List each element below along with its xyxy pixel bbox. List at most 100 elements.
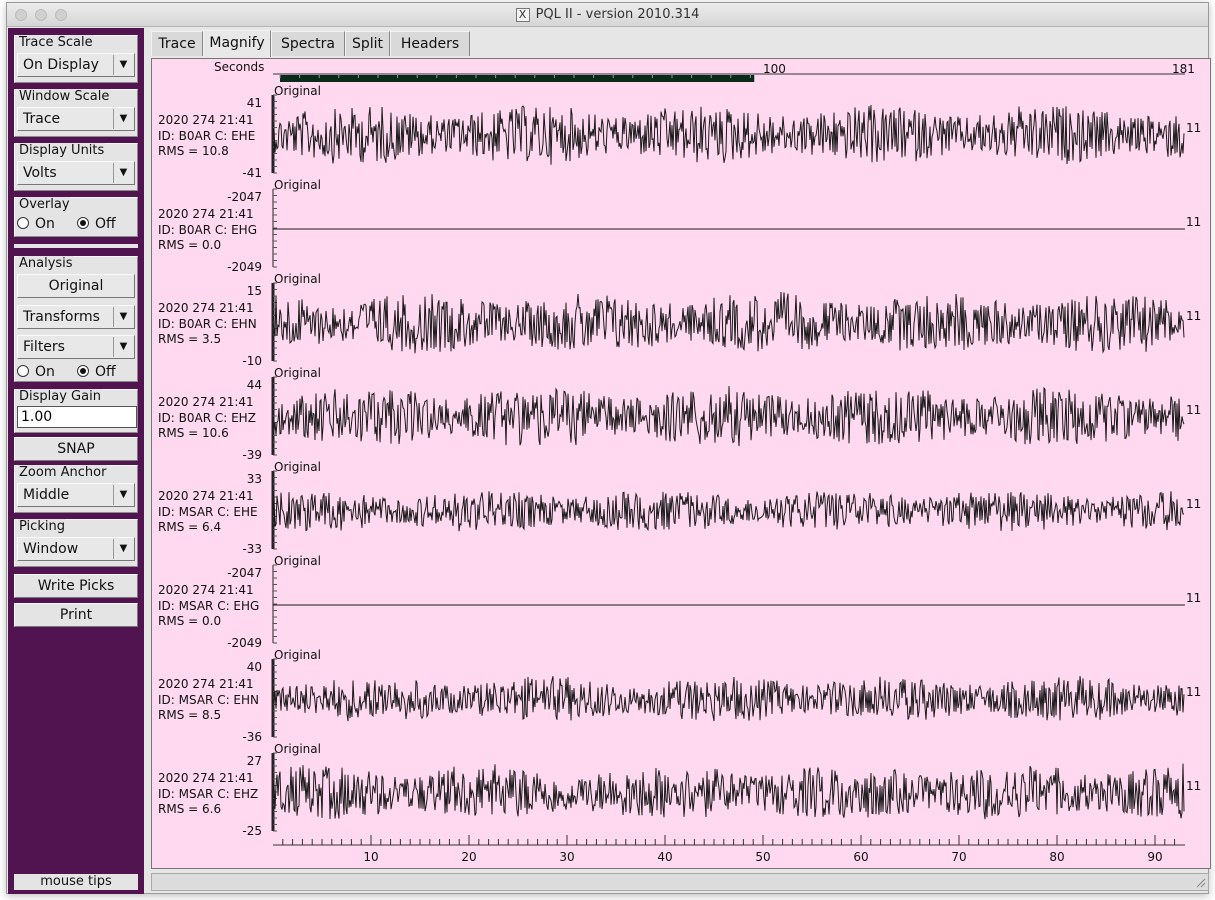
trace-waveform[interactable] <box>271 376 1185 465</box>
minimize-window-button[interactable] <box>35 9 47 21</box>
y-min-label: -2049 <box>227 636 262 650</box>
waveform-path <box>272 676 1185 722</box>
trace-info: 2020 274 21:41 ID: B0AR C: EHZ RMS = 10.6 <box>158 395 256 442</box>
tab-spectra[interactable]: Spectra <box>271 31 345 56</box>
time-window-overview[interactable] <box>273 72 1193 86</box>
channel-number-label: 11 <box>1186 215 1202 229</box>
radio-icon <box>17 217 29 229</box>
trace-id: ID: B0AR C: EHE <box>158 128 256 143</box>
trace-waveform[interactable] <box>271 470 1185 559</box>
y-min-label: -39 <box>242 448 262 462</box>
trace-rms: RMS = 10.6 <box>158 426 229 440</box>
y-max-label: 41 <box>246 96 262 110</box>
overlay-off-radio[interactable]: Off <box>77 215 116 233</box>
chevron-down-icon: ▼ <box>113 55 133 75</box>
trace-time: 2020 274 21:41 <box>158 583 254 597</box>
trace-scale-value: On Display <box>23 57 99 73</box>
transforms-label: Transforms <box>23 309 100 325</box>
overlay-on-radio[interactable]: On <box>17 215 55 233</box>
x11-icon: X <box>515 7 530 22</box>
channel-number-label: 11 <box>1186 685 1202 699</box>
trace-waveform[interactable] <box>271 658 1185 747</box>
write-picks-button[interactable]: Write Picks <box>14 574 138 598</box>
y-max-label: -2047 <box>227 190 262 204</box>
y-max-label: -2047 <box>227 566 262 580</box>
trace-waveform[interactable] <box>271 752 1185 841</box>
tab-split[interactable]: Split <box>345 31 390 56</box>
zoom-window-button[interactable] <box>55 9 67 21</box>
x-tick-label: 70 <box>951 850 966 864</box>
radio-icon <box>17 365 29 377</box>
zoom-anchor-group: Zoom Anchor Middle ▼ <box>14 465 138 513</box>
overlay-group: Overlay On Off <box>14 197 138 237</box>
display-units-label: Display Units <box>18 143 106 158</box>
trace-info: 2020 274 21:41 ID: MSAR C: EHN RMS = 8.5 <box>158 677 259 724</box>
trace-info: 2020 274 21:41 ID: MSAR C: EHG RMS = 0.0 <box>158 583 259 630</box>
trace-info: 2020 274 21:41 ID: B0AR C: EHN RMS = 3.5 <box>158 301 257 348</box>
trace-scale-menu[interactable]: On Display ▼ <box>17 53 135 77</box>
y-max-label: 33 <box>246 472 262 486</box>
trace-time: 2020 274 21:41 <box>158 489 254 503</box>
trace-info: 2020 274 21:41 ID: MSAR C: EHE RMS = 6.4 <box>158 489 258 536</box>
trace-waveform[interactable] <box>271 94 1185 183</box>
transforms-menu[interactable]: Transforms ▼ <box>17 305 135 329</box>
x-tick-label: 50 <box>755 850 770 864</box>
picking-group: Picking Window ▼ <box>14 519 138 567</box>
channel-number-label: 11 <box>1186 403 1202 417</box>
analysis-label: Analysis <box>18 256 74 271</box>
y-max-label: 40 <box>246 660 262 674</box>
trace-time: 2020 274 21:41 <box>158 771 254 785</box>
x-tick-label: 30 <box>559 850 574 864</box>
trace-scale-label: Trace Scale <box>18 35 94 50</box>
trace-info: 2020 274 21:41 ID: MSAR C: EHZ RMS = 6.6 <box>158 771 258 818</box>
close-window-button[interactable] <box>15 9 27 21</box>
trace-waveform[interactable] <box>271 282 1185 371</box>
analysis-group: Analysis Original Transforms ▼ Filters ▼… <box>14 256 138 382</box>
overlay-off-label: Off <box>95 216 116 232</box>
original-button[interactable]: Original <box>17 274 135 298</box>
trace-info: 2020 274 21:41 ID: B0AR C: EHG RMS = 0.0 <box>158 207 257 254</box>
tab-magnify[interactable]: Magnify <box>203 30 271 57</box>
x-tick-label: 90 <box>1147 850 1162 864</box>
zoom-anchor-value: Middle <box>23 487 70 503</box>
trace-waveform[interactable] <box>272 188 1185 277</box>
print-button[interactable]: Print <box>14 603 138 627</box>
time-window-bar[interactable] <box>280 75 755 82</box>
display-units-value: Volts <box>23 165 57 181</box>
trace-rms: RMS = 6.6 <box>158 802 222 816</box>
y-max-label: 44 <box>246 378 262 392</box>
trace-info: 2020 274 21:41 ID: B0AR C: EHE RMS = 10.8 <box>158 113 255 160</box>
trace-time: 2020 274 21:41 <box>158 113 254 127</box>
resize-grip-icon[interactable] <box>1194 876 1206 888</box>
window-scale-group: Window Scale Trace ▼ <box>14 89 138 137</box>
filters-menu[interactable]: Filters ▼ <box>17 335 135 359</box>
window-scale-label: Window Scale <box>18 89 111 104</box>
display-gain-group: Display Gain <box>14 389 138 433</box>
trace-rms: RMS = 0.0 <box>158 614 222 628</box>
y-min-label: -36 <box>242 730 262 744</box>
seismogram-plot[interactable]: Seconds 100 181 10 20 30 40 50 60 70 80 90 Origi… <box>151 58 1211 869</box>
x-tick-label: 80 <box>1049 850 1064 864</box>
display-gain-input[interactable] <box>17 406 137 428</box>
trace-id: ID: B0AR C: EHN <box>158 316 257 331</box>
display-units-menu[interactable]: Volts ▼ <box>17 161 135 185</box>
overlay-on-label: On <box>35 216 55 232</box>
waveform-path <box>272 104 1185 165</box>
window-scale-menu[interactable]: Trace ▼ <box>17 107 135 131</box>
title-bar: X PQL II - version 2010.314 <box>7 3 1208 27</box>
y-max-label: 27 <box>246 754 262 768</box>
trace-waveform[interactable] <box>272 564 1185 653</box>
snap-button[interactable]: SNAP <box>14 437 138 461</box>
analysis-on-radio[interactable]: On <box>17 363 55 381</box>
mouse-tips-button[interactable]: mouse tips <box>14 874 138 890</box>
waveform-path <box>272 386 1185 447</box>
channel-number-label: 11 <box>1186 591 1202 605</box>
picking-menu[interactable]: Window ▼ <box>17 537 135 561</box>
trace-time: 2020 274 21:41 <box>158 207 254 221</box>
analysis-off-radio[interactable]: Off <box>77 363 116 381</box>
trace-id: ID: B0AR C: EHG <box>158 222 258 237</box>
chevron-down-icon: ▼ <box>113 539 133 559</box>
tab-trace[interactable]: Trace <box>151 31 203 56</box>
zoom-anchor-menu[interactable]: Middle ▼ <box>17 483 135 507</box>
tab-headers[interactable]: Headers <box>390 31 470 56</box>
